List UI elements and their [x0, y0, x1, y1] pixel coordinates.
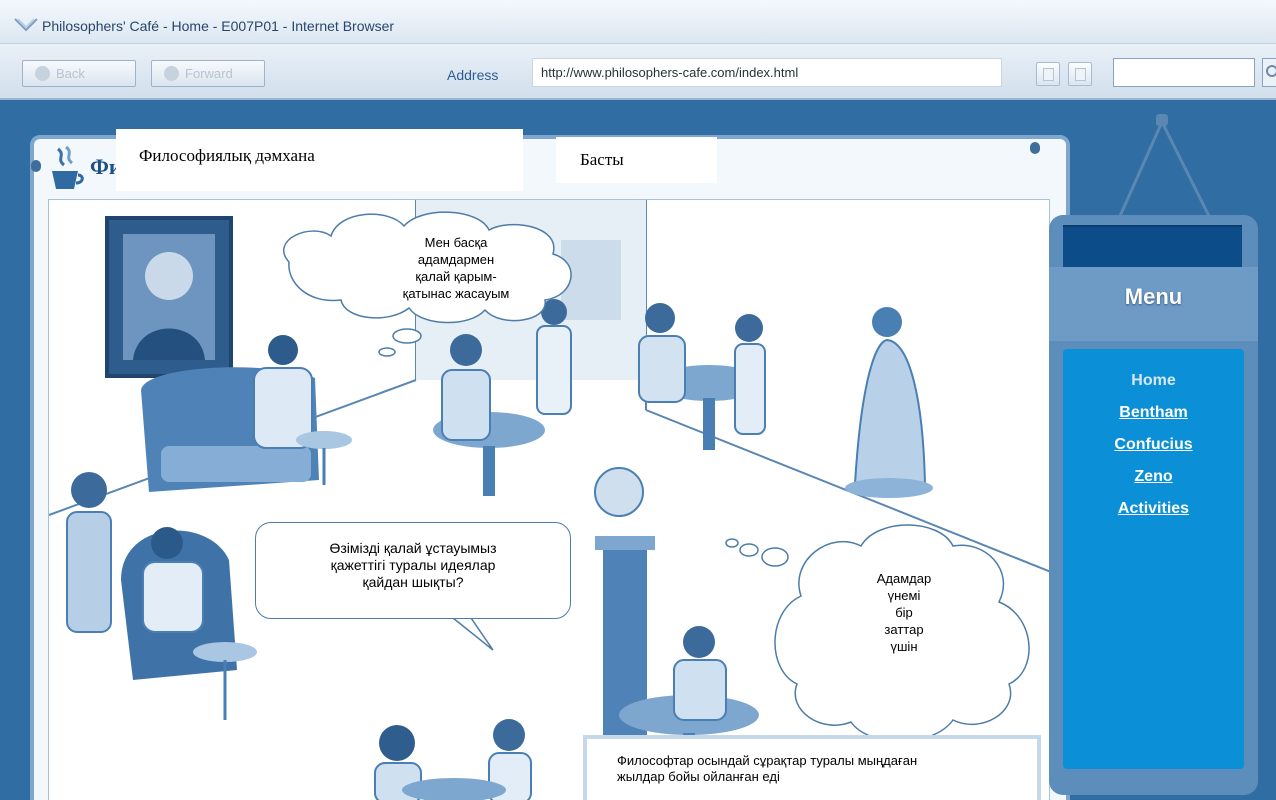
thought-bubble-people: Адамдар үнемі бір заттар үшін [859, 570, 949, 655]
copy-icon [1043, 68, 1054, 81]
thought-line: үнемі [887, 588, 921, 603]
thought-line: Адамдар [876, 571, 932, 586]
speech-line: қажеттігі туралы идеялар [330, 557, 496, 573]
window-logo-icon [14, 18, 38, 32]
thought-line: қатынас жасауым [402, 286, 510, 301]
thought-line: заттар [884, 622, 924, 637]
search-input[interactable] [1113, 58, 1255, 87]
browser-toolbar: Back Forward Address http://www.philosop… [0, 44, 1276, 100]
paste-icon [1075, 68, 1086, 81]
caption-box: Философтар осындай сұрақтар туралы мыңда… [583, 735, 1041, 800]
forward-button[interactable]: Forward [151, 60, 265, 87]
thought-line: қалай қарым- [415, 269, 497, 284]
back-arrow-icon [35, 66, 50, 81]
menu-item-confucius[interactable]: Confucius [1063, 429, 1244, 461]
caption-line: Философтар осындай сұрақтар туралы мыңда… [617, 753, 918, 768]
thought-line: адамдармен [417, 252, 495, 267]
thought-line: үшін [890, 639, 918, 654]
menu-item-bentham[interactable]: Bentham [1063, 397, 1244, 429]
search-icon [1266, 65, 1276, 77]
speech-line: Өзімізді қалай ұстауымыз [329, 540, 497, 556]
menu-item-home[interactable]: Home [1063, 365, 1244, 397]
speech-line: қайдан шықты? [362, 574, 464, 590]
site-title: Философиялық дәмхана [116, 129, 523, 191]
page-viewport: Фи Философиялық дәмхана Басты Мен басқа … [0, 102, 1276, 800]
window-title-bar: Philosophers' Café - Home - E007P01 - In… [0, 0, 1276, 44]
copy-button[interactable] [1036, 62, 1060, 86]
menu-board: Menu Home Bentham Confucius Zeno Activit… [1049, 215, 1258, 795]
thought-bubble-relationships: Мен басқа адамдармен қалай қарым- қатына… [349, 222, 563, 302]
menu-title: Menu [1124, 284, 1183, 309]
panel-pin [1030, 142, 1040, 154]
menu-list: Home Bentham Confucius Zeno Activities [1063, 365, 1244, 525]
page-breadcrumb: Басты [556, 137, 717, 183]
caption-line: жылдар бойы ойланған еді [617, 769, 780, 784]
back-button-label: Back [56, 66, 85, 81]
forward-arrow-icon [164, 66, 179, 81]
search-button[interactable] [1262, 58, 1276, 87]
menu-item-zeno[interactable]: Zeno [1063, 461, 1244, 493]
window-title: Philosophers' Café - Home - E007P01 - In… [42, 18, 395, 34]
address-label: Address [447, 67, 499, 83]
paste-button[interactable] [1068, 62, 1092, 86]
back-button[interactable]: Back [22, 60, 136, 87]
address-field[interactable]: http://www.philosophers-cafe.com/index.h… [532, 58, 1002, 87]
panel-pin [31, 160, 41, 172]
thought-line: бір [895, 605, 913, 620]
cafe-illustration: Мен басқа адамдармен қалай қарым- қатына… [48, 199, 1050, 800]
menu-item-activities[interactable]: Activities [1063, 493, 1244, 525]
coffee-cup-logo-icon [52, 145, 84, 189]
menu-board-screen [1063, 225, 1242, 269]
thought-line: Мен басқа [424, 235, 488, 250]
menu-items-box: Home Bentham Confucius Zeno Activities [1063, 349, 1244, 769]
forward-button-label: Forward [185, 66, 233, 81]
speech-bubble-ideas: Өзімізді қалай ұстауымыз қажеттігі турал… [255, 522, 571, 619]
